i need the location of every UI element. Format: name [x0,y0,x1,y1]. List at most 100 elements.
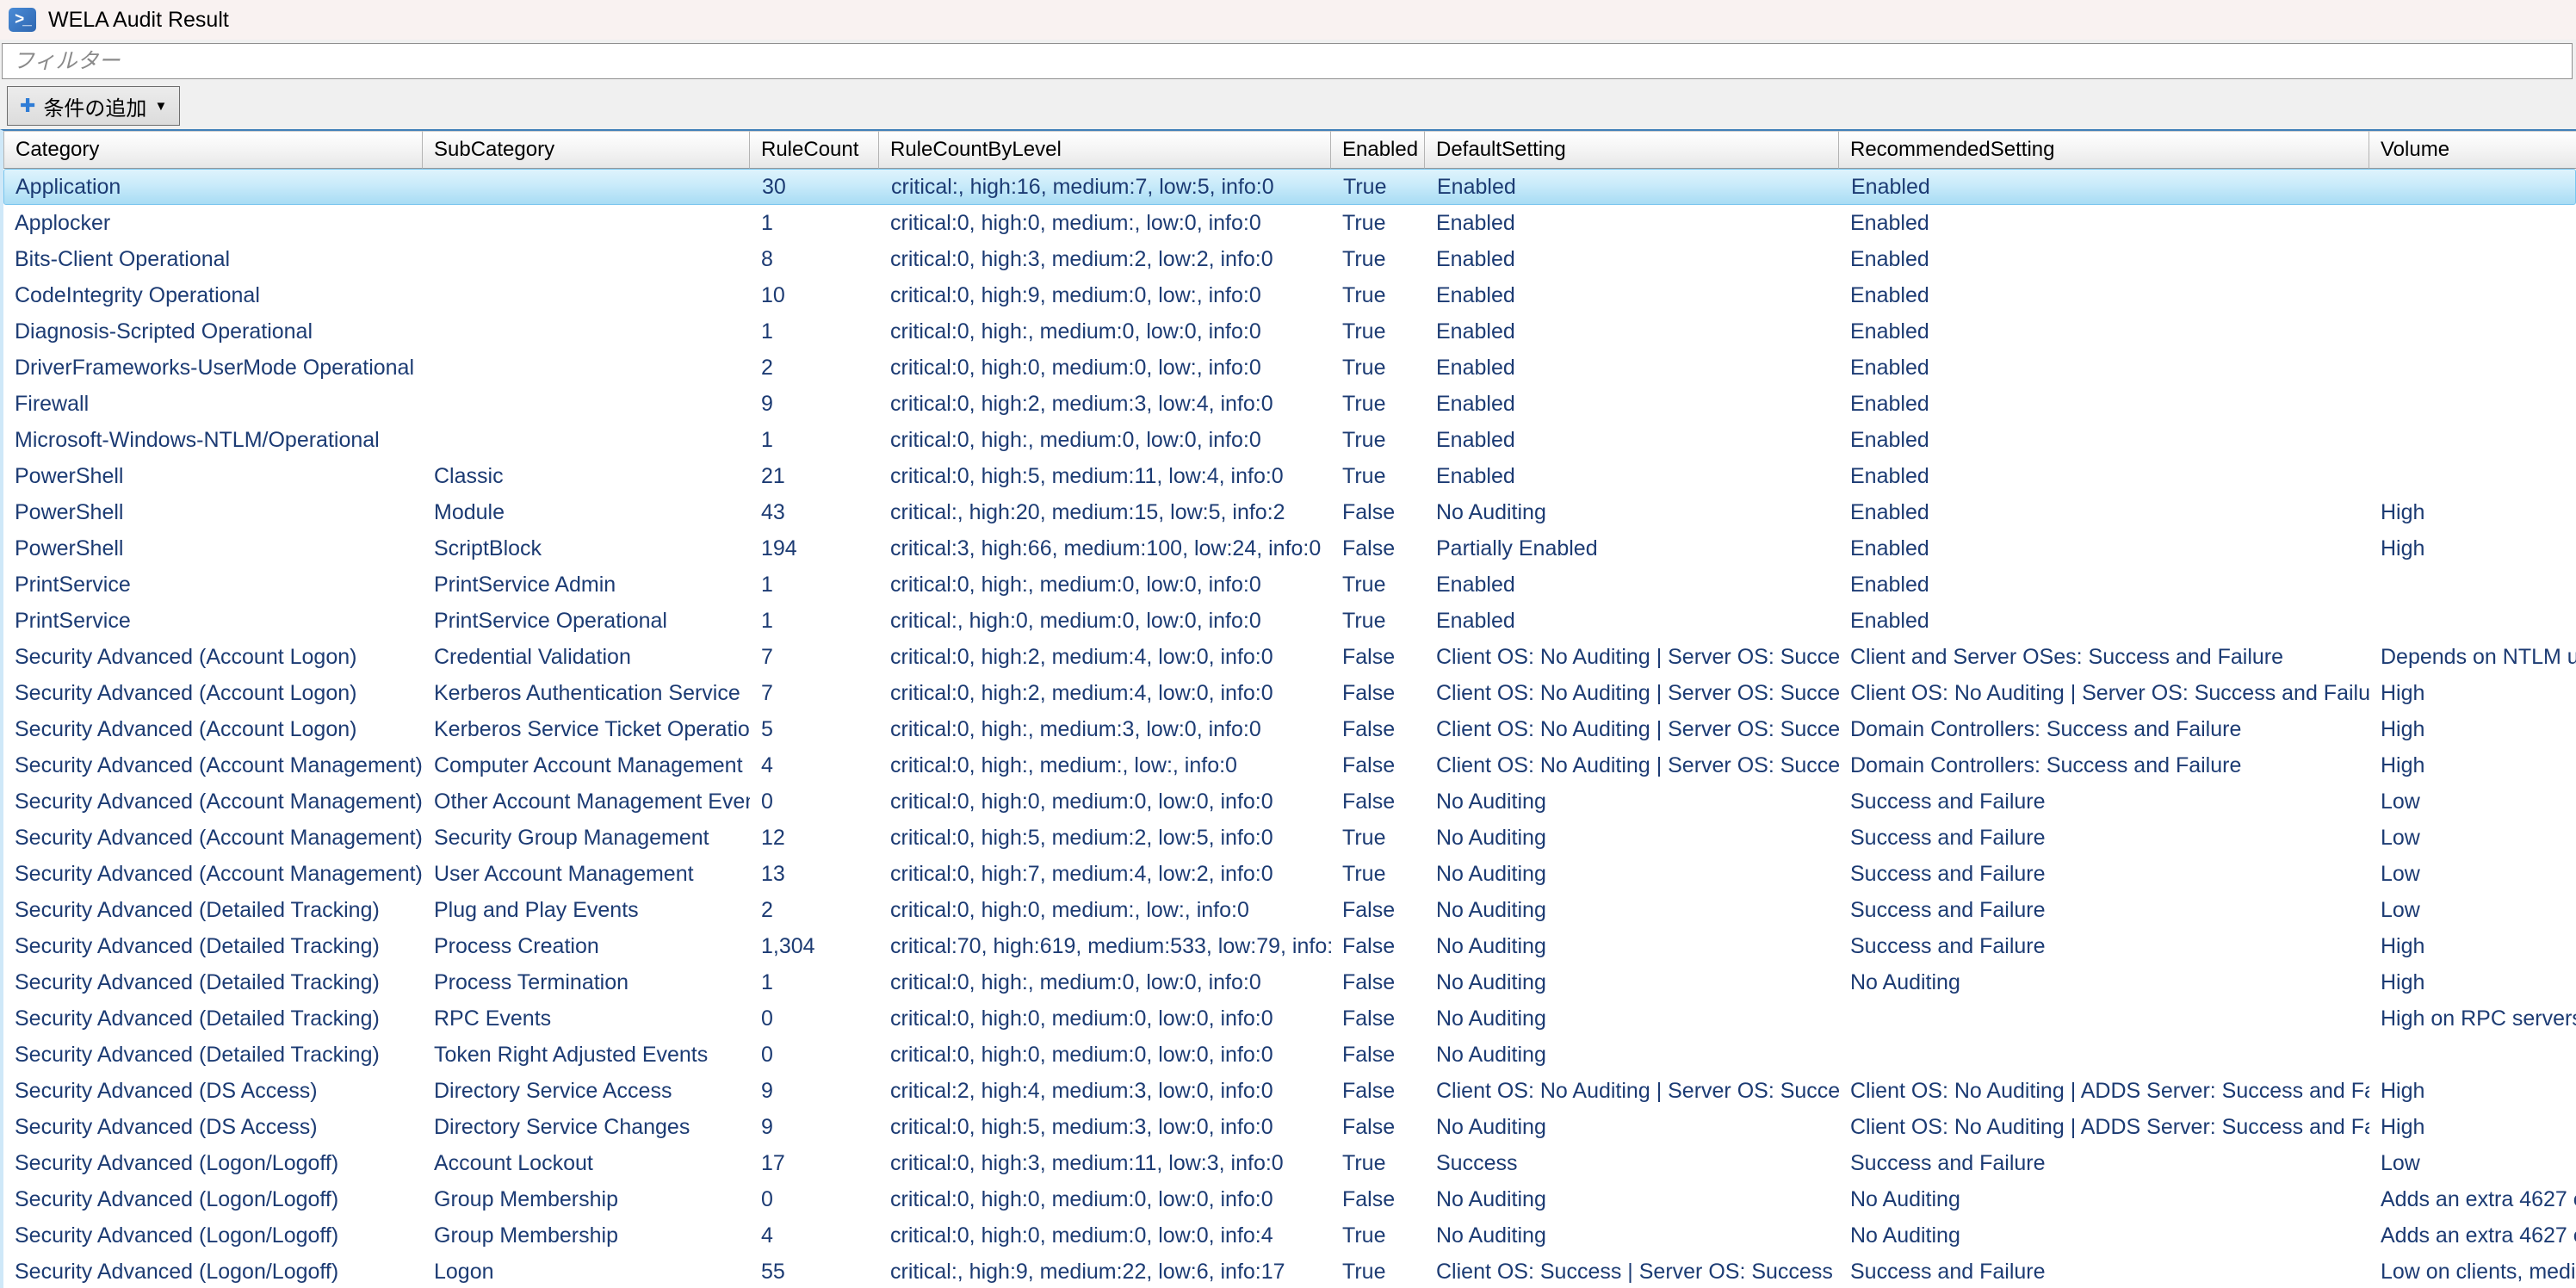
cell-recommended_setting: Success and Failure [1839,1151,2369,1176]
table-row[interactable]: CodeIntegrity Operational10critical:0, h… [3,277,2576,313]
table-row[interactable]: Bits-Client Operational8critical:0, high… [3,241,2576,277]
table-row[interactable]: Security Advanced (Detailed Tracking)RPC… [3,1000,2576,1037]
cell-rule_count: 9 [750,392,879,417]
cell-category: Security Advanced (Detailed Tracking) [3,1006,423,1031]
table-row[interactable]: Application30critical:, high:16, medium:… [3,169,2576,205]
cell-category: Security Advanced (Logon/Logoff) [3,1223,423,1248]
cell-enabled: True [1331,1151,1425,1176]
table-row[interactable]: PowerShellScriptBlock194critical:3, high… [3,530,2576,567]
cell-rule_count_by_level: critical:0, high:, medium:0, low:0, info… [879,319,1331,344]
cell-enabled: True [1331,247,1425,272]
column-header-recommended_setting[interactable]: RecommendedSetting [1839,131,2369,169]
grid-header-row: CategorySubCategoryRuleCountRuleCountByL… [3,131,2576,169]
table-row[interactable]: Security Advanced (Logon/Logoff)Account … [3,1145,2576,1181]
cell-rule_count: 8 [750,247,879,272]
table-row[interactable]: Applocker1critical:0, high:0, medium:, l… [3,205,2576,241]
cell-recommended_setting: Enabled [1839,283,2369,308]
cell-default_setting: Partially Enabled [1425,536,1839,561]
table-row[interactable]: Security Advanced (Account Management)Se… [3,820,2576,856]
column-header-default_setting[interactable]: DefaultSetting [1425,131,1839,169]
column-header-rule_count_by_level[interactable]: RuleCountByLevel [879,131,1331,169]
cell-default_setting: Enabled [1425,392,1839,417]
cell-default_setting: Enabled [1425,211,1839,236]
cell-recommended_setting: Enabled [1839,319,2369,344]
cell-enabled: True [1331,609,1425,634]
cell-default_setting: Client OS: No Auditing | Server OS: Succ… [1425,645,1839,670]
table-row[interactable]: Security Advanced (DS Access)Directory S… [3,1109,2576,1145]
cell-default_setting: No Auditing [1425,1187,1839,1212]
cell-default_setting: Enabled [1425,319,1839,344]
cell-category: DriverFrameworks-UserMode Operational [3,356,423,381]
cell-rule_count_by_level: critical:0, high:, medium:0, low:0, info… [879,970,1331,995]
cell-enabled: False [1331,681,1425,706]
table-row[interactable]: Security Advanced (Account Management)Ot… [3,783,2576,820]
cell-volume: Low [2369,1151,2576,1176]
table-row[interactable]: Security Advanced (Account Logon)Kerbero… [3,675,2576,711]
cell-recommended_setting: No Auditing [1839,970,2369,995]
cell-enabled: True [1331,319,1425,344]
column-header-volume[interactable]: Volume [2369,131,2576,169]
cell-default_setting: No Auditing [1425,934,1839,959]
cell-rule_count: 1,304 [750,934,879,959]
column-header-subcategory[interactable]: SubCategory [423,131,750,169]
add-condition-button[interactable]: ✚ 条件の追加 ▼ [7,86,180,126]
table-row[interactable]: Security Advanced (Account Management)Us… [3,856,2576,892]
column-header-rule_count[interactable]: RuleCount [750,131,879,169]
cell-subcategory: Token Right Adjusted Events [423,1043,750,1068]
table-row[interactable]: PrintServicePrintService Admin1critical:… [3,567,2576,603]
table-row[interactable]: Security Advanced (Detailed Tracking)Pro… [3,928,2576,964]
cell-subcategory: Plug and Play Events [423,898,750,923]
table-row[interactable]: Diagnosis-Scripted Operational1critical:… [3,313,2576,350]
cell-rule_count: 21 [750,464,879,489]
table-row[interactable]: Security Advanced (DS Access)Directory S… [3,1073,2576,1109]
cell-subcategory: Kerberos Authentication Service [423,681,750,706]
cell-recommended_setting: Enabled [1839,211,2369,236]
cell-recommended_setting: Enabled [1839,247,2369,272]
table-row[interactable]: PrintServicePrintService Operational1cri… [3,603,2576,639]
cell-enabled: False [1331,1079,1425,1104]
table-row[interactable]: Security Advanced (Account Logon)Credent… [3,639,2576,675]
cell-enabled: False [1331,536,1425,561]
table-row[interactable]: Security Advanced (Detailed Tracking)Tok… [3,1037,2576,1073]
cell-recommended_setting: No Auditing [1839,1223,2369,1248]
cell-enabled: True [1331,1223,1425,1248]
cell-rule_count: 194 [750,536,879,561]
cell-rule_count: 13 [750,862,879,887]
cell-default_setting: No Auditing [1425,500,1839,525]
table-row[interactable]: Security Advanced (Detailed Tracking)Plu… [3,892,2576,928]
filter-input[interactable] [2,43,2573,79]
cell-rule_count: 17 [750,1151,879,1176]
cell-rule_count: 30 [751,175,880,200]
cell-rule_count_by_level: critical:, high:0, medium:0, low:0, info… [879,609,1331,634]
cell-rule_count: 0 [750,790,879,814]
powershell-icon: >_ [9,8,36,32]
cell-rule_count_by_level: critical:0, high:5, medium:3, low:0, inf… [879,1115,1331,1140]
cell-subcategory: Group Membership [423,1187,750,1212]
table-row[interactable]: Firewall9critical:0, high:2, medium:3, l… [3,386,2576,422]
cell-category: PowerShell [3,536,423,561]
cell-category: PowerShell [3,500,423,525]
cell-enabled: True [1331,573,1425,598]
cell-rule_count_by_level: critical:, high:20, medium:15, low:5, in… [879,500,1331,525]
column-header-enabled[interactable]: Enabled [1331,131,1425,169]
cell-default_setting: No Auditing [1425,898,1839,923]
cell-enabled: True [1331,428,1425,453]
cell-subcategory: Other Account Management Events [423,790,750,814]
cell-rule_count_by_level: critical:0, high:5, medium:11, low:4, in… [879,464,1331,489]
column-header-category[interactable]: Category [3,131,423,169]
table-row[interactable]: PowerShellClassic21critical:0, high:5, m… [3,458,2576,494]
table-row[interactable]: Security Advanced (Logon/Logoff)Group Me… [3,1217,2576,1254]
table-row[interactable]: Security Advanced (Account Logon)Kerbero… [3,711,2576,747]
table-row[interactable]: Security Advanced (Logon/Logoff)Logon55c… [3,1254,2576,1288]
table-row[interactable]: Microsoft-Windows-NTLM/Operational1criti… [3,422,2576,458]
table-row[interactable]: Security Advanced (Account Management)Co… [3,747,2576,783]
cell-recommended_setting: Domain Controllers: Success and Failure [1839,753,2369,778]
table-row[interactable]: PowerShellModule43critical:, high:20, me… [3,494,2576,530]
cell-rule_count_by_level: critical:0, high:2, medium:4, low:0, inf… [879,681,1331,706]
cell-subcategory: PrintService Operational [423,609,750,634]
cell-recommended_setting: No Auditing [1839,1187,2369,1212]
table-row[interactable]: Security Advanced (Detailed Tracking)Pro… [3,964,2576,1000]
table-row[interactable]: DriverFrameworks-UserMode Operational2cr… [3,350,2576,386]
table-row[interactable]: Security Advanced (Logon/Logoff)Group Me… [3,1181,2576,1217]
cell-default_setting: Client OS: No Auditing | Server OS: Succ… [1425,1079,1839,1104]
